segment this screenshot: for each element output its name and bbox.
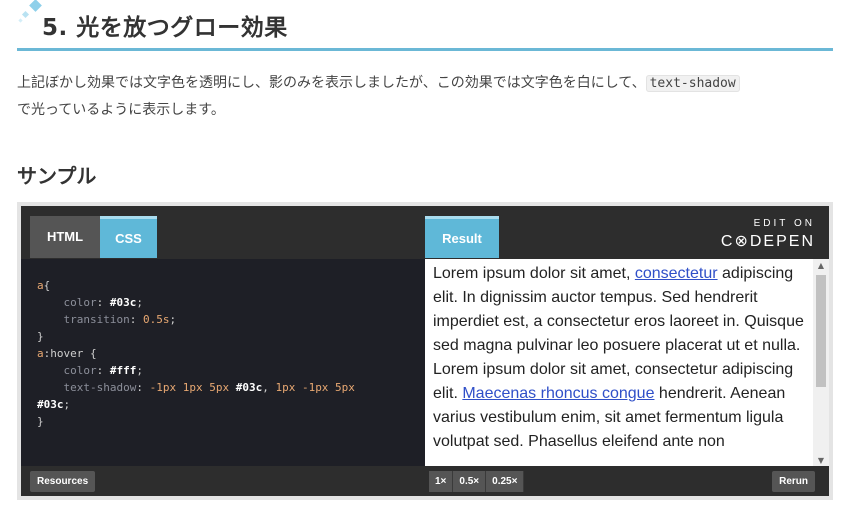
codepen-embed: HTML CSS Result EDIT ON C⊗DEPEN a{ color… [17,202,833,500]
zoom-025x-button[interactable]: 0.25× [486,471,525,492]
resources-button[interactable]: Resources [30,471,96,492]
description: 上記ぼかし効果では文字色を透明にし、影のみを表示しましたが、この効果では文字色を… [17,70,837,124]
result-link-2[interactable]: Maecenas rhoncus congue [462,385,654,402]
scroll-thumb[interactable] [816,275,826,387]
code-token: { [43,279,51,292]
tab-result[interactable]: Result [425,216,499,258]
css-code: a{ color: #03c; transition: 0.5s; } a:ho… [37,279,355,428]
code-token: a [37,279,44,292]
description-text-2: で光っているように表示します。 [17,102,225,118]
code-token: #03c [235,381,263,394]
code-token: -1px 1px 5px [149,381,230,394]
code-token: 1px -1px 5px [275,381,355,394]
code-token: a [37,347,44,360]
edit-on-label: EDIT ON [753,218,815,229]
code-token: } [37,415,44,428]
zoom-05x-button[interactable]: 0.5× [453,471,487,492]
result-text-segment: Lorem ipsum dolor sit amet, [433,265,635,282]
section-title: 5. 光を放つグロー効果 [42,15,288,41]
code-token: 0.5s [142,313,170,326]
title-underline [17,48,833,51]
scroll-up-arrow-icon[interactable]: ▲ [813,259,829,273]
tab-html[interactable]: HTML [30,216,100,258]
code-token: color [37,296,97,309]
code-token: #03c [109,296,137,309]
result-text-segment: adipiscing elit. In dignissim auctor tem… [433,265,804,402]
result-pane[interactable]: Lorem ipsum dolor sit amet, consectetur … [425,259,829,468]
code-token: #03c [37,398,64,411]
tab-css[interactable]: CSS [100,216,157,258]
codepen-logo-link[interactable]: EDIT ON C⊗DEPEN [721,218,815,251]
codepen-logo: C⊗DEPEN [720,233,815,250]
code-token: } [37,330,44,343]
rerun-button[interactable]: Rerun [772,471,815,492]
sample-heading: サンプル [17,164,97,188]
codepen-header: HTML CSS Result EDIT ON C⊗DEPEN [21,206,829,259]
code-token: :hover { [43,347,97,360]
code-token: transition [37,313,130,326]
inline-code: text-shadow [645,75,740,92]
codepen-footer: Resources 1× 0.5× 0.25× Rerun [21,466,829,496]
code-token: text-shadow [37,381,137,394]
css-code-pane[interactable]: a{ color: #03c; transition: 0.5s; } a:ho… [21,259,425,468]
result-scrollbar[interactable]: ▲ ▼ [813,259,829,468]
description-text-1: 上記ぼかし効果では文字色を透明にし、影のみを表示しましたが、この効果では文字色を… [17,75,646,91]
result-text: Lorem ipsum dolor sit amet, consectetur … [433,262,807,454]
zoom-controls: 1× 0.5× 0.25× [429,471,525,492]
code-token: color [37,364,97,377]
result-link-1[interactable]: consectetur [635,265,718,282]
code-token: #fff [109,364,137,377]
zoom-1x-button[interactable]: 1× [429,471,454,492]
